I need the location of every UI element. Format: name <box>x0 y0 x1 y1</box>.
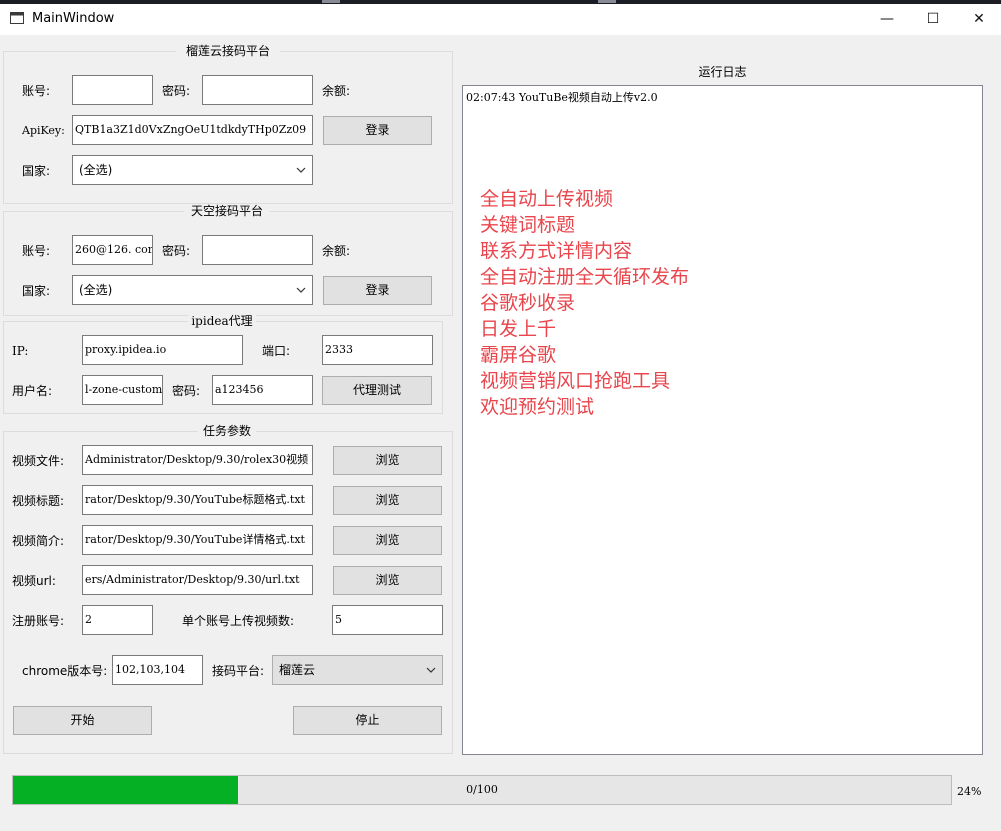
proxy-user-label: 用户名: <box>12 384 53 398</box>
progress-percent-label: 24% <box>957 785 982 798</box>
proxy-test-button[interactable]: 代理测试 <box>322 376 432 405</box>
chevron-down-icon <box>296 167 306 173</box>
register-count-input[interactable]: 2 <box>82 605 153 635</box>
liulian-password-input[interactable] <box>202 75 313 105</box>
video-file-label: 视频文件: <box>12 454 65 468</box>
tiankong-group-title: 天空接码平台 <box>184 204 270 218</box>
proxy-port-label: 端口: <box>262 344 291 358</box>
video-file-browse-button[interactable]: 浏览 <box>333 446 442 475</box>
proxy-ip-input[interactable]: proxy.ipidea.io <box>82 335 243 365</box>
video-desc-browse-button[interactable]: 浏览 <box>333 526 442 555</box>
log-title: 运行日志 <box>698 65 747 79</box>
video-title-label: 视频标题: <box>12 494 65 508</box>
tiankong-password-label: 密码: <box>162 244 191 258</box>
proxy-user-input[interactable]: l-zone-custom <box>82 375 163 405</box>
log-first-line: 02:07:43 YouTuBe视频自动上传v2.0 <box>466 91 658 104</box>
log-textarea[interactable]: 02:07:43 YouTuBe视频自动上传v2.0 全自动上传视频 关键词标题… <box>462 85 983 755</box>
platform-value: 榴莲云 <box>279 663 316 677</box>
tiankong-account-input[interactable]: 260@126. com <box>72 235 153 265</box>
window-app-icon <box>10 12 24 24</box>
start-button[interactable]: 开始 <box>13 706 152 735</box>
liulian-country-value: (全选) <box>79 163 113 177</box>
per-account-input[interactable]: 5 <box>332 605 443 635</box>
minimize-button[interactable]: — <box>864 4 910 34</box>
proxy-group-title: ipidea代理 <box>188 314 256 328</box>
register-count-label: 注册账号: <box>12 614 65 628</box>
video-url-browse-button[interactable]: 浏览 <box>333 566 442 595</box>
strip-mark <box>598 0 616 3</box>
proxy-port-input[interactable]: 2333 <box>322 335 433 365</box>
tiankong-country-label: 国家: <box>22 284 51 298</box>
tiankong-account-label: 账号: <box>22 244 51 258</box>
tiankong-balance-label: 余额: <box>322 244 351 258</box>
liulian-group-title: 榴莲云接码平台 <box>176 44 280 58</box>
liulian-login-button[interactable]: 登录 <box>323 116 432 145</box>
chrome-version-label: chrome版本号: <box>22 664 108 678</box>
video-file-input[interactable]: Administrator/Desktop/9.30/rolex30视频 <box>82 445 313 475</box>
liulian-country-label: 国家: <box>22 164 51 178</box>
video-url-input[interactable]: ers/Administrator/Desktop/9.30/url.txt <box>82 565 313 595</box>
chevron-down-icon <box>296 287 306 293</box>
promo-line: 关键词标题 <box>480 214 576 236</box>
title-bar <box>0 4 1001 35</box>
promo-line: 全自动上传视频 <box>480 188 614 210</box>
proxy-ip-label: IP: <box>12 344 29 358</box>
proxy-password-label: 密码: <box>172 384 201 398</box>
chrome-version-input[interactable]: 102,103,104 <box>112 655 203 685</box>
promo-line: 欢迎预约测试 <box>480 396 595 418</box>
liulian-country-select[interactable]: (全选) <box>72 155 313 185</box>
platform-label: 接码平台: <box>212 664 265 678</box>
progress-bar: 0/100 <box>12 775 952 805</box>
close-button[interactable]: ✕ <box>956 4 1001 34</box>
promo-line: 全自动注册全天循环发布 <box>480 266 690 288</box>
maximize-button[interactable]: ☐ <box>910 4 956 34</box>
promo-line: 日发上千 <box>480 318 557 340</box>
promo-line: 联系方式详情内容 <box>480 240 633 262</box>
tiankong-password-input[interactable] <box>202 235 313 265</box>
promo-line: 霸屏谷歌 <box>480 344 557 366</box>
stop-button[interactable]: 停止 <box>293 706 442 735</box>
progress-text: 0/100 <box>466 783 498 796</box>
liulian-balance-label: 余额: <box>322 84 351 98</box>
video-desc-label: 视频简介: <box>12 534 65 548</box>
tiankong-login-button[interactable]: 登录 <box>323 276 432 305</box>
platform-select[interactable]: 榴莲云 <box>272 655 443 685</box>
video-url-label: 视频url: <box>12 574 56 588</box>
tiankong-country-select[interactable]: (全选) <box>72 275 313 305</box>
apikey-label: ApiKey: <box>22 124 65 137</box>
liulian-account-label: 账号: <box>22 84 51 98</box>
chevron-down-icon <box>426 667 436 673</box>
proxy-password-input[interactable]: a123456 <box>212 375 313 405</box>
promo-text-block: 全自动上传视频 关键词标题 联系方式详情内容 全自动注册全天循环发布 谷歌秒收录… <box>480 186 689 420</box>
liulian-password-label: 密码: <box>162 84 191 98</box>
strip-mark <box>322 0 340 3</box>
liulian-account-input[interactable] <box>72 75 153 105</box>
window-title: MainWindow <box>32 11 115 26</box>
promo-line: 视频营销风口抢跑工具 <box>480 370 671 392</box>
tiankong-country-value: (全选) <box>79 283 113 297</box>
apikey-input[interactable]: QTB1a3Z1d0VxZngOeU1tdkdyTHp0Zz09 <box>72 115 313 145</box>
video-desc-input[interactable]: rator/Desktop/9.30/YouTube详情格式.txt <box>82 525 313 555</box>
promo-line: 谷歌秒收录 <box>480 292 576 314</box>
video-title-input[interactable]: rator/Desktop/9.30/YouTube标题格式.txt <box>82 485 313 515</box>
per-account-label: 单个账号上传视频数: <box>182 614 295 628</box>
task-group-title: 任务参数 <box>198 424 256 438</box>
video-title-browse-button[interactable]: 浏览 <box>333 486 442 515</box>
